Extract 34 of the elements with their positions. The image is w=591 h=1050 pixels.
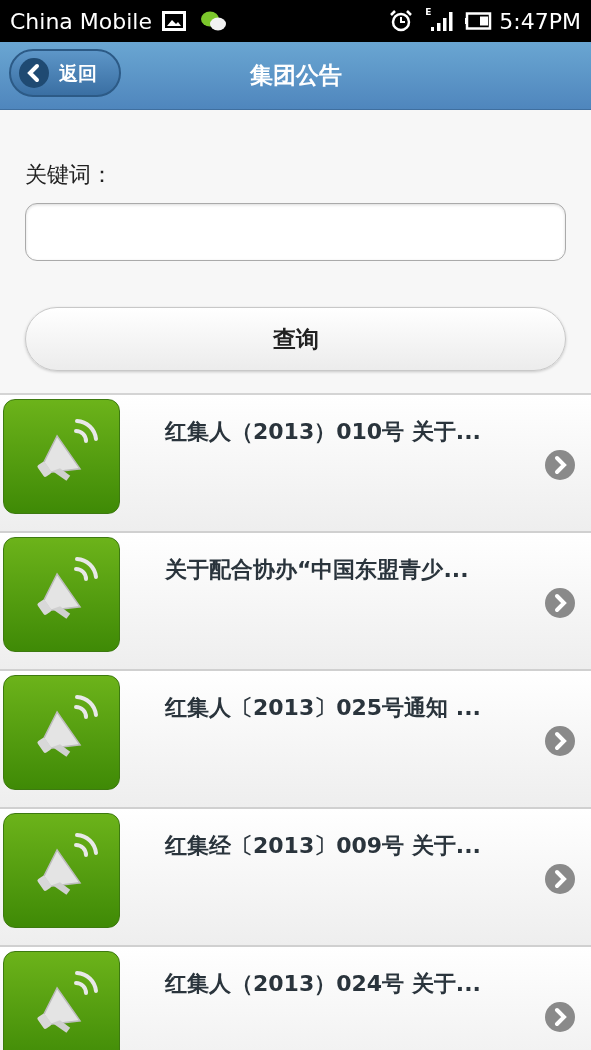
carrier-name: China Mobile bbox=[10, 7, 152, 36]
notice-title: 关于配合协办“中国东盟青少... bbox=[165, 556, 470, 584]
chevron-right-icon bbox=[545, 726, 575, 756]
notice-item[interactable]: 红集经〔2013〕009号 关于... bbox=[0, 809, 591, 947]
image-icon bbox=[162, 11, 186, 31]
battery-icon bbox=[465, 12, 494, 30]
alarm-icon bbox=[389, 9, 414, 33]
back-button[interactable]: 返回 bbox=[9, 49, 121, 97]
megaphone-icon bbox=[3, 399, 120, 514]
network-type: E bbox=[425, 6, 432, 19]
page-title: 集团公告 bbox=[249, 61, 342, 91]
search-button[interactable]: 查询 bbox=[25, 307, 566, 371]
notice-title: 红集人（2013）024号 关于... bbox=[165, 970, 482, 998]
notice-item[interactable]: 红集人〔2013〕025号通知 ... bbox=[0, 671, 591, 809]
keyword-label: 关键词： bbox=[25, 161, 114, 189]
megaphone-icon bbox=[3, 813, 120, 928]
chevron-right-icon bbox=[545, 864, 575, 894]
megaphone-icon bbox=[3, 537, 120, 652]
signal-icon bbox=[431, 10, 454, 32]
notice-item[interactable]: 红集人（2013）024号 关于... bbox=[0, 947, 591, 1050]
chevron-right-icon bbox=[545, 1002, 575, 1032]
chevron-right-icon bbox=[545, 588, 575, 618]
notice-title: 红集人〔2013〕025号通知 ... bbox=[165, 694, 482, 722]
notice-title: 红集经〔2013〕009号 关于... bbox=[165, 832, 482, 860]
chevron-left-icon bbox=[19, 58, 49, 88]
notice-title: 红集人（2013）010号 关于... bbox=[165, 418, 482, 446]
notice-item[interactable]: 红集人（2013）010号 关于... bbox=[0, 395, 591, 533]
megaphone-icon bbox=[3, 951, 120, 1050]
chevron-right-icon bbox=[545, 450, 575, 480]
notice-item[interactable]: 关于配合协办“中国东盟青少... bbox=[0, 533, 591, 671]
keyword-field[interactable] bbox=[25, 203, 566, 261]
clock-time: 5:47PM bbox=[499, 7, 581, 36]
megaphone-icon bbox=[3, 675, 120, 790]
chat-bubbles-icon bbox=[200, 10, 228, 32]
